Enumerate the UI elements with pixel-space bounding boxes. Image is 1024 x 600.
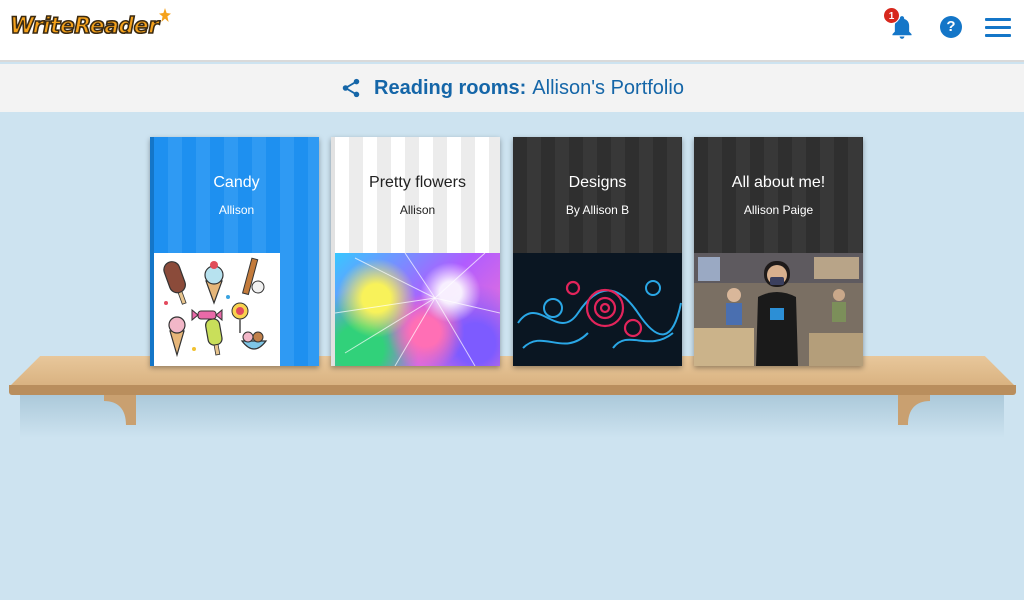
menu-line <box>985 26 1011 29</box>
book-cover-image <box>513 253 682 366</box>
share-icon[interactable] <box>340 77 362 99</box>
book-author: Allison <box>218 203 255 217</box>
book-author: By Allison B <box>565 203 630 217</box>
portfolio-name: Allison's Portfolio <box>532 76 684 99</box>
book-title: Designs <box>568 174 627 191</box>
book-cover-image <box>154 253 280 366</box>
book-candy[interactable]: Candy Allison <box>150 137 319 366</box>
candy-illustration <box>154 253 280 366</box>
reading-rooms-label: Reading rooms: <box>374 76 527 99</box>
menu-line <box>985 34 1011 37</box>
book-cover-image <box>694 253 863 366</box>
writereader-logo[interactable]: WriteReader <box>9 8 172 44</box>
shelf-bracket-right <box>898 395 930 425</box>
book-all-about-me[interactable]: All about me! Allison Paige <box>694 137 863 366</box>
hamburger-menu-icon[interactable] <box>985 18 1011 38</box>
help-icon[interactable]: ? <box>940 16 962 38</box>
menu-line <box>985 18 1011 21</box>
classroom-photo <box>694 253 863 366</box>
top-bar: WriteReader 1 ? <box>0 0 1024 62</box>
book-title: All about me! <box>731 174 826 191</box>
book-pretty-flowers[interactable]: Pretty flowers Allison <box>331 137 500 366</box>
shelf-front <box>9 385 1016 395</box>
notification-badge: 1 <box>883 7 900 24</box>
book-title: Candy <box>213 174 260 191</box>
book-cover-image <box>335 253 500 366</box>
logo-star-icon <box>159 8 172 22</box>
book-designs[interactable]: Designs By Allison B <box>513 137 682 366</box>
book-title: Pretty flowers <box>369 174 466 191</box>
logo-text: WriteReader <box>9 13 160 40</box>
book-author: Allison <box>399 203 436 217</box>
shelf-bracket-left <box>104 395 136 425</box>
flower-burst <box>335 253 500 366</box>
swirl-design <box>513 253 682 366</box>
reading-room-bar: Reading rooms: Allison's Portfolio <box>0 64 1024 112</box>
shelf-shadow <box>20 392 1004 438</box>
book-author: Allison Paige <box>743 203 814 217</box>
